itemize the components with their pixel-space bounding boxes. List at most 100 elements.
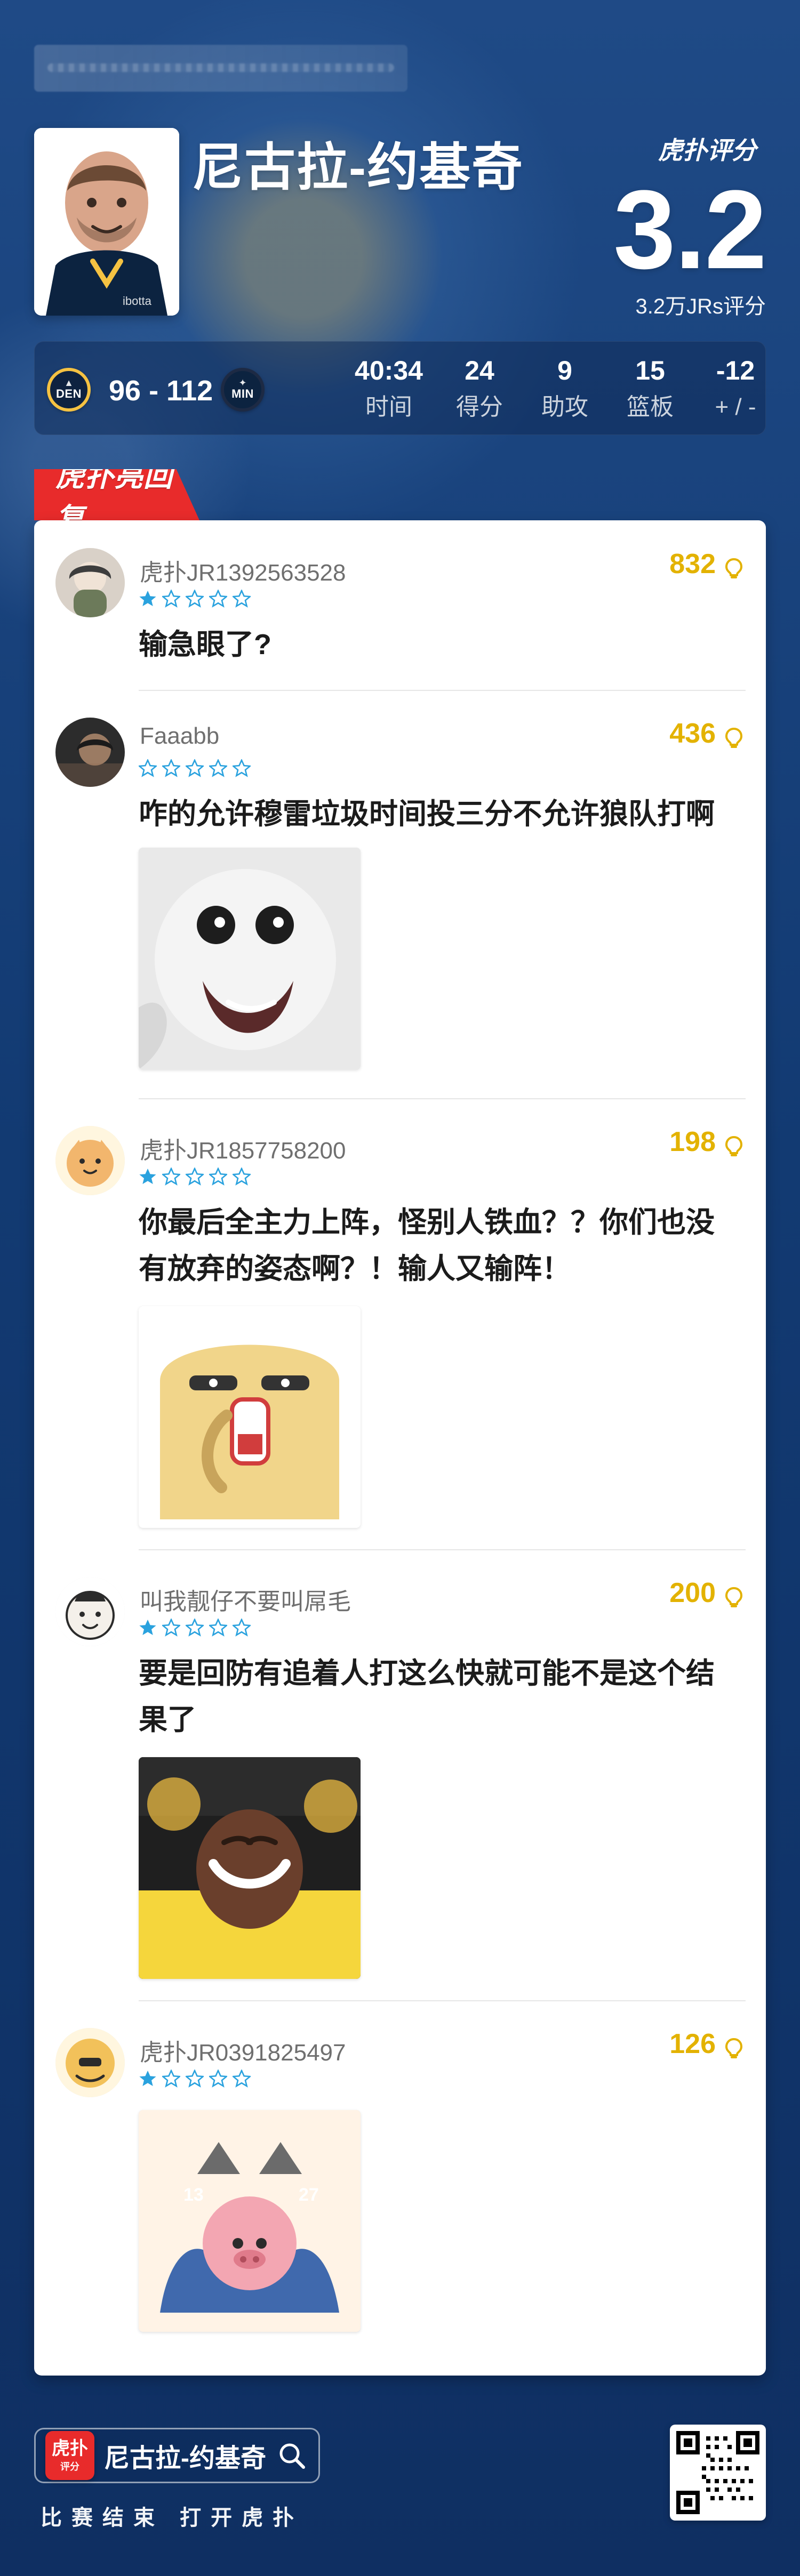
star-icon <box>161 1166 181 1186</box>
comment-likes[interactable]: 832 <box>669 548 745 580</box>
comment-username[interactable]: 虎扑JR0391825497 <box>140 2033 346 2067</box>
likes-count: 832 <box>669 549 716 579</box>
star-icon <box>185 1617 205 1637</box>
star-icon <box>161 2068 181 2088</box>
search-text: 尼古拉-约基奇 <box>104 2444 266 2473</box>
stat-assists-label: 助攻 <box>541 394 588 420</box>
star-icon <box>139 590 157 608</box>
stat-plus-minus-label: + / - <box>715 394 756 420</box>
star-icon <box>208 758 228 777</box>
stat-assists-value: 9 <box>557 356 572 385</box>
star-icon <box>208 1166 228 1186</box>
hupu-rating-label: 虎扑评分 <box>658 136 759 164</box>
lightbulb-icon <box>723 2033 745 2058</box>
game-stats-bar: ▲ DEN 96 - 112 ✦ MIN 40:34 时间 24 得分 9 助攻… <box>34 341 766 435</box>
star-icon <box>161 1617 181 1637</box>
comments-card: 虎扑JR1392563528 832 输急眼了? Faaabb 436 咋的允许… <box>34 520 766 2376</box>
user-avatar[interactable] <box>55 1126 125 1195</box>
star-icon <box>231 589 252 608</box>
comment-image[interactable] <box>139 1306 361 1528</box>
svg-text:27: 27 <box>299 2185 319 2205</box>
comment-username[interactable]: Faaabb <box>140 723 219 750</box>
stat-rebounds: 15 篮板 <box>610 357 690 419</box>
search-icon[interactable] <box>277 2441 307 2470</box>
search-bar[interactable]: 虎扑 评分 尼古拉-约基奇 <box>34 2428 320 2483</box>
user-avatar[interactable] <box>55 2028 125 2097</box>
user-avatar[interactable] <box>55 1577 125 1646</box>
comment-likes[interactable]: 198 <box>669 1126 745 1158</box>
star-icon <box>208 1617 228 1637</box>
rating-stars <box>139 1166 252 1186</box>
likes-count: 436 <box>669 718 716 749</box>
comment-text: 输急眼了? <box>139 629 271 661</box>
qr-code[interactable] <box>670 2425 766 2521</box>
rating-votes: 3.2万JRs评分 <box>635 295 766 318</box>
star-icon <box>139 2070 157 2088</box>
stat-points: 24 得分 <box>439 357 519 419</box>
user-avatar[interactable] <box>55 548 125 617</box>
lightbulb-icon <box>723 1582 745 1607</box>
team-logo-min: ✦ MIN <box>221 368 265 412</box>
rating-stars <box>139 589 252 608</box>
star-icon <box>208 2068 228 2088</box>
star-icon <box>161 758 181 777</box>
comment-image[interactable]: 13 27 <box>139 2110 361 2332</box>
comment-text: 咋的允许穆雷垃圾时间投三分不允许狼队打啊 <box>139 798 715 830</box>
page: ibotta 尼古拉-约基奇 虎扑评分 3.2 3.2万JRs评分 ▲ DEN … <box>0 0 800 2576</box>
stat-minutes-label: 时间 <box>365 394 412 420</box>
stat-plus-minus-value: -12 <box>716 356 755 385</box>
hupu-rating-logo: 虎扑评分 <box>654 131 761 168</box>
hupu-logo-sub: 评分 <box>60 2461 79 2472</box>
hupu-logo-main: 虎扑 <box>52 2438 88 2459</box>
comment-image[interactable] <box>139 848 361 1069</box>
team-abbr-den: DEN <box>56 387 82 400</box>
bottom-bar: 虎扑 评分 尼古拉-约基奇 比赛结束 打开虎扑 <box>34 2410 766 2543</box>
star-icon <box>185 589 205 608</box>
stat-plus-minus: -12 + / - <box>695 357 775 419</box>
hupu-logo: 虎扑 评分 <box>45 2431 94 2480</box>
lightbulb-icon <box>723 1131 745 1156</box>
star-icon <box>231 1617 252 1637</box>
star-icon <box>161 589 181 608</box>
star-icon <box>139 1619 157 1637</box>
stat-rebounds-value: 15 <box>635 356 665 385</box>
star-icon <box>185 758 205 777</box>
rating-score: 3.2 <box>613 167 767 292</box>
comment-text: 要是回防有追着人打这么快就可能不是这个结果了 <box>139 1657 715 1736</box>
likes-count: 126 <box>669 2028 716 2059</box>
comment-item: 虎扑JR1857758200 198 你最后全主力上阵，怪别人铁血？？你们也没有… <box>34 1098 766 1551</box>
comment-username[interactable]: 虎扑JR1857758200 <box>140 1131 346 1165</box>
rating-stars <box>139 2068 252 2088</box>
comment-username[interactable]: 叫我靓仔不要叫屌毛 <box>140 1582 351 1616</box>
star-icon <box>231 1166 252 1186</box>
star-icon <box>185 2068 205 2088</box>
team-logo-den: ▲ DEN <box>47 368 91 412</box>
bottom-caption: 比赛结束 打开虎扑 <box>41 2506 304 2530</box>
stat-assists: 9 助攻 <box>525 357 605 419</box>
comment-likes[interactable]: 126 <box>669 2028 745 2060</box>
player-header: ibotta 尼古拉-约基奇 虎扑评分 3.2 3.2万JRs评分 <box>34 128 767 320</box>
comment-text: 你最后全主力上阵，怪别人铁血？？你们也没有放弃的姿态啊？！输人又输阵！ <box>139 1206 715 1285</box>
team-abbr-min: MIN <box>231 387 254 400</box>
comment-item: Faaabb 436 咋的允许穆雷垃圾时间投三分不允许狼队打啊 <box>34 690 766 1100</box>
likes-count: 198 <box>669 1126 716 1157</box>
comment-likes[interactable]: 436 <box>669 718 745 750</box>
user-avatar[interactable] <box>55 718 125 787</box>
rating-stars <box>138 758 252 777</box>
stat-points-label: 得分 <box>456 394 503 420</box>
svg-text:13: 13 <box>183 2185 204 2205</box>
star-icon <box>185 1166 205 1186</box>
player-name: 尼古拉-约基奇 <box>192 139 524 196</box>
comment-likes[interactable]: 200 <box>669 1577 745 1609</box>
lightbulb-icon <box>723 723 745 748</box>
star-icon <box>231 758 252 777</box>
stat-rebounds-label: 篮板 <box>627 394 674 420</box>
rating-stars <box>139 1617 252 1637</box>
svg-text:ibotta: ibotta <box>123 294 152 308</box>
player-photo: ibotta <box>34 128 179 316</box>
player-avatar: ibotta <box>34 128 179 316</box>
section-title: 虎扑亮回复 <box>34 469 199 520</box>
star-icon <box>138 758 158 777</box>
comment-username[interactable]: 虎扑JR1392563528 <box>140 553 346 587</box>
comment-image[interactable] <box>139 1757 361 1979</box>
